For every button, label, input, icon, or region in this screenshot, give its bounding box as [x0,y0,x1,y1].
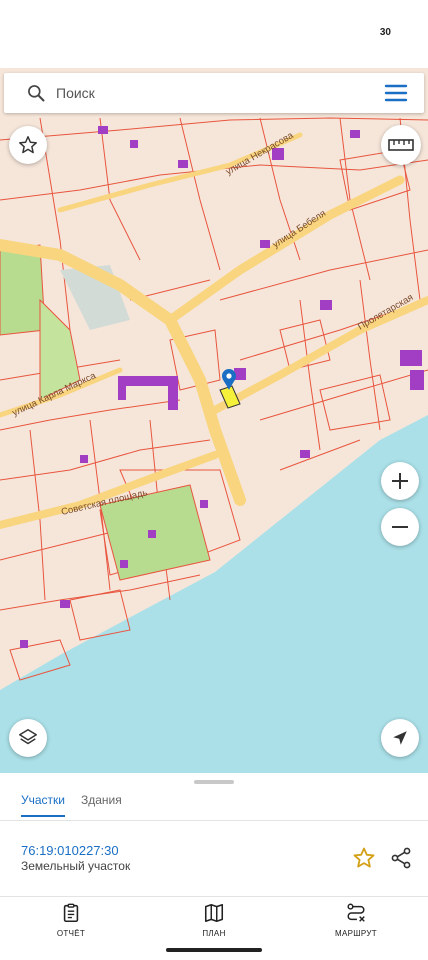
location-indicator-icon: ● [319,26,326,39]
menu-icon[interactable] [384,83,408,103]
nav-report-label: ОТЧЁТ [56,929,86,938]
layers-button[interactable] [9,719,47,757]
parcel-cadastral-number[interactable]: 76:19:010227:30 [21,843,119,858]
map-view[interactable]: улица Некрасова улица Бебеля Пролетарска… [0,0,428,775]
locate-button[interactable] [381,719,419,757]
ruler-button[interactable] [381,125,421,165]
bottom-sheet: Участки Здания 76:19:010227:30 Земельный… [0,773,428,960]
nav-route-label: МАРШРУТ [335,929,377,938]
signal-icon: ▴▴ [357,27,369,39]
sheet-handle[interactable] [194,780,234,784]
minus-icon [392,526,408,528]
status-indicators: ● LTE ▴▴ 30 [319,26,396,39]
tab-buildings[interactable]: Здания [81,789,122,817]
navigation-arrow-icon [393,731,407,745]
favorite-map-button[interactable] [9,126,47,164]
home-indicator [166,948,262,952]
sheet-tabs: Участки Здания [0,785,428,821]
ruler-icon [388,139,414,151]
favorite-star-icon[interactable] [352,846,376,870]
nav-plan[interactable]: ПЛАН [174,902,254,938]
parcel-type: Земельный участок [21,859,131,873]
nav-report[interactable]: ОТЧЁТ [31,902,111,938]
park-area [0,244,46,336]
divider [0,820,428,821]
status-time: 11:19 [34,27,66,41]
layers-icon [19,729,37,745]
star-outline-icon [19,136,37,154]
battery-indicator: 30 [374,26,396,39]
map-canvas[interactable]: улица Некрасова улица Бебеля Пролетарска… [0,0,428,775]
nav-route[interactable]: МАРШРУТ [316,902,396,938]
plus-icon [392,473,408,489]
search-icon [28,85,45,102]
route-icon [347,903,365,922]
nav-plan-label: ПЛАН [202,929,226,938]
search-bar[interactable] [4,73,424,113]
clipboard-icon [63,903,79,923]
search-input[interactable] [56,73,356,113]
map-icon [204,903,224,923]
zoom-in-button[interactable] [381,462,419,500]
share-icon[interactable] [389,846,413,870]
tab-parcels[interactable]: Участки [21,789,65,817]
bottom-nav: ОТЧЁТ ПЛАН МАРШРУТ [0,897,428,945]
status-bar: 11:19 ● LTE ▴▴ 30 [0,0,428,68]
zoom-out-button[interactable] [381,508,419,546]
network-label: LTE [331,26,352,39]
